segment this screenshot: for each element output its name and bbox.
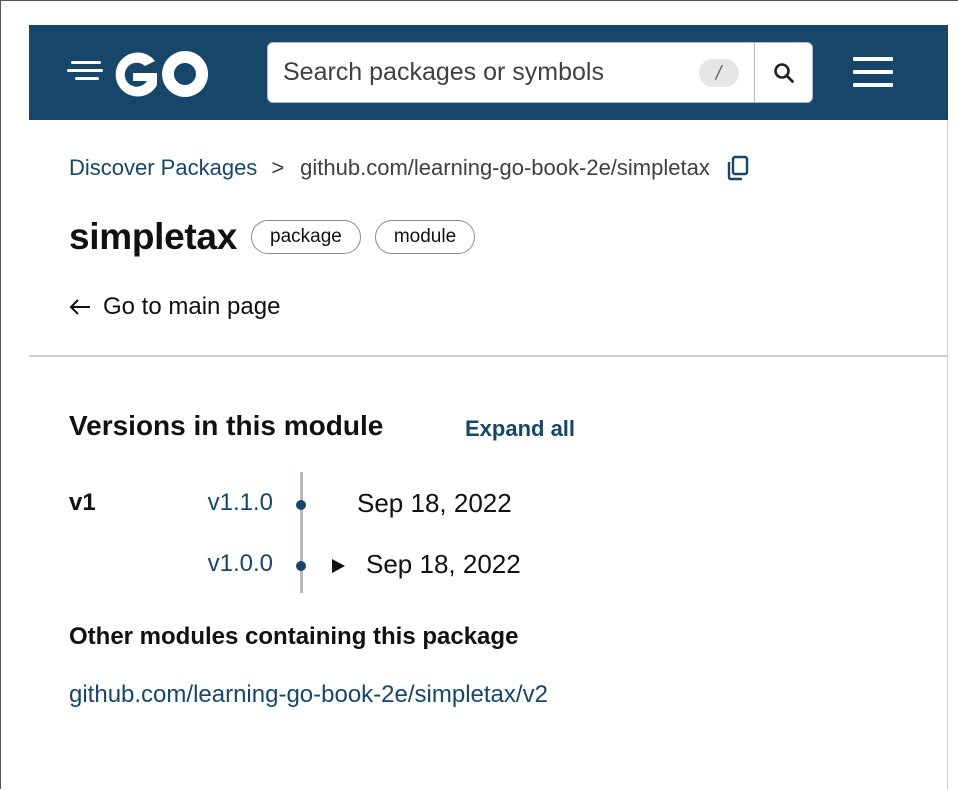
browser-frame: / Discover Packages > github.com/learnin… [0, 0, 958, 790]
other-module-link[interactable]: github.com/learning-go-book-2e/simpletax… [69, 681, 548, 709]
breadcrumb-discover-packages[interactable]: Discover Packages [69, 155, 257, 181]
badge-module: module [374, 220, 476, 254]
page-content: / Discover Packages > github.com/learnin… [29, 25, 948, 790]
expand-triangle-icon[interactable] [330, 558, 346, 574]
go-to-main-page-label: Go to main page [103, 293, 281, 320]
breadcrumb-separator: > [271, 155, 285, 180]
search-button[interactable] [754, 43, 812, 102]
version-date: Sep 18, 2022 [366, 549, 521, 579]
badge-package: package [251, 220, 361, 254]
arrow-left-icon [69, 299, 90, 315]
section-divider [29, 355, 948, 357]
go-logo-icon[interactable] [67, 47, 212, 101]
timeline-dot [296, 561, 306, 571]
version-timeline [300, 472, 303, 593]
hamburger-menu-button[interactable] [849, 55, 895, 89]
version-link-v1-1-0[interactable]: v1.1.0 [163, 489, 273, 517]
package-title-row: simpletax package module [69, 215, 476, 259]
search-box: / [267, 42, 813, 103]
go-to-main-page-link[interactable]: Go to main page [69, 291, 280, 323]
page-title: simpletax [69, 216, 237, 257]
hamburger-line [853, 70, 893, 74]
breadcrumb: Discover Packages > github.com/learning-… [69, 153, 750, 183]
search-shortcut-hint: / [699, 58, 739, 87]
breadcrumb-current-path: github.com/learning-go-book-2e/simpletax [300, 155, 710, 180]
timeline-dot [296, 500, 306, 510]
hamburger-line [853, 83, 893, 87]
search-icon [773, 62, 794, 83]
version-date: Sep 18, 2022 [357, 488, 512, 518]
site-header: / [29, 25, 948, 120]
hamburger-menu-icon [853, 57, 893, 61]
other-modules-heading: Other modules containing this package [69, 623, 519, 650]
versions-heading: Versions in this module [69, 410, 384, 441]
copy-icon[interactable] [726, 155, 750, 181]
major-version-label: v1 [69, 489, 96, 516]
version-link-v1-0-0[interactable]: v1.0.0 [163, 550, 273, 578]
search-input[interactable] [268, 43, 699, 102]
expand-all-button[interactable]: Expand all [465, 416, 575, 442]
